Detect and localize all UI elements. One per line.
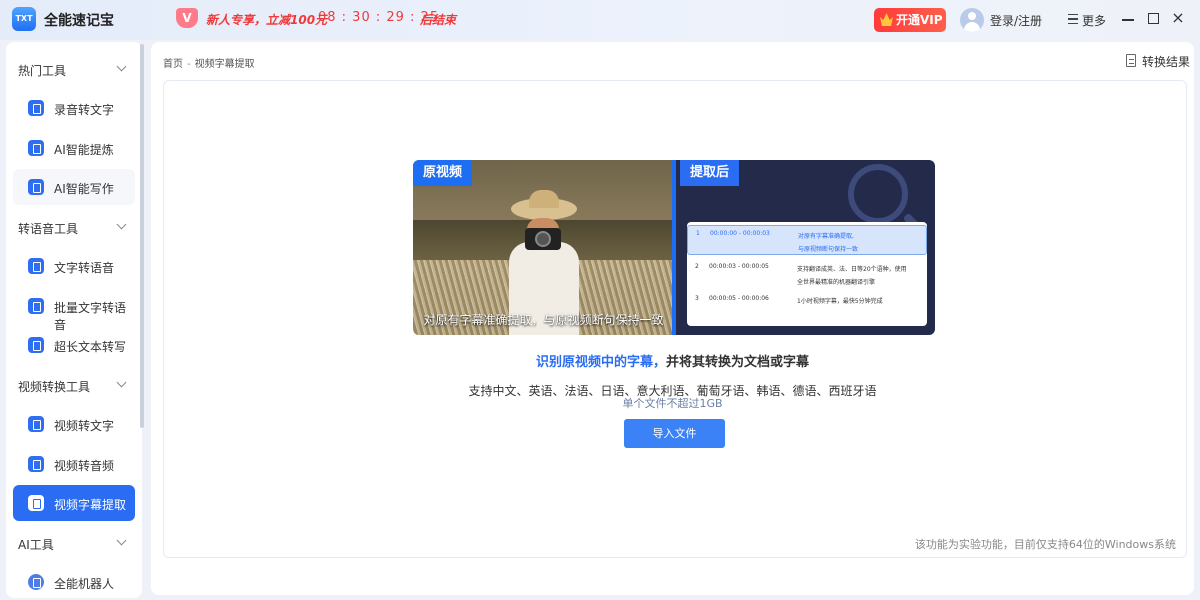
- sidebar-item-audio-to-text[interactable]: 录音转文字: [13, 90, 135, 126]
- subtitle-extract-icon: [28, 495, 44, 511]
- sidebar-item-video-to-audio[interactable]: 视频转音频: [13, 446, 135, 482]
- long-text-icon: [28, 337, 44, 353]
- file-size-limit: 单个文件不超过1GB: [622, 397, 723, 410]
- magnifier-icon: [848, 164, 908, 224]
- app-logo-icon: TXT: [12, 7, 36, 31]
- chevron-down-icon: [116, 219, 127, 230]
- chevron-down-icon: [116, 377, 127, 388]
- sidebar-item-ai-writing[interactable]: AI智能写作: [13, 169, 135, 205]
- app-name: 全能速记宝: [44, 13, 114, 29]
- avatar[interactable]: [960, 8, 984, 32]
- breadcrumb-separator: -: [187, 59, 191, 70]
- sidebar-scrollbar[interactable]: [140, 44, 144, 428]
- ai-writing-icon: [28, 179, 44, 195]
- document-icon: [1126, 54, 1136, 67]
- group-title: 热门工具: [18, 64, 67, 78]
- subtitle-row: 1 00:00:00 - 00:00:03 对原有字幕准确提取, 与原视频断句保持…: [687, 225, 927, 255]
- breadcrumb-current: 视频字幕提取: [194, 59, 255, 70]
- conversion-result-button[interactable]: 转换结果: [1126, 53, 1190, 70]
- robot-icon: [28, 574, 44, 590]
- vip-label: 开通VIP: [896, 13, 943, 27]
- sidebar-item-ai-extract[interactable]: AI智能提炼: [13, 130, 135, 166]
- subtitle-list: 1 00:00:00 - 00:00:03 对原有字幕准确提取, 与原视频断句保持…: [687, 222, 927, 326]
- sidebar-item-label: 超长文本转写: [54, 340, 127, 354]
- promo-end-label: 后结束: [420, 13, 457, 27]
- experimental-note: 该功能为实验功能，目前仅支持64位的Windows系统: [914, 538, 1176, 551]
- result-label: 转换结果: [1142, 55, 1191, 69]
- sidebar-item-label: 视频转文字: [54, 419, 115, 433]
- breadcrumb: 首页 - 视频字幕提取: [163, 55, 255, 70]
- preview-illustration: 对原有字幕准确提取，与原视频断句保持一致 原视频 提取后 1 00:00:00 …: [413, 160, 935, 335]
- camera-icon: [525, 228, 561, 250]
- sidebar-item-label: 文字转语音: [54, 261, 115, 275]
- audio-text-icon: [28, 100, 44, 116]
- promo-banner[interactable]: V 新人专享，立减100元 08 : 30 : 29 : 25 后结束: [170, 6, 460, 32]
- breadcrumb-home[interactable]: 首页: [163, 59, 183, 70]
- sidebar-item-label: 视频转音频: [54, 459, 115, 473]
- video-subtitle: 对原有字幕准确提取，与原视频断句保持一致: [423, 313, 664, 327]
- tag-extracted: 提取后: [680, 160, 740, 186]
- vip-button[interactable]: 开通VIP: [874, 8, 946, 32]
- main-content: 首页 - 视频字幕提取 转换结果 对原有字幕准确提取，与原视频断句保持一致 原视频 …: [151, 42, 1194, 595]
- sidebar-item-label: 视频字幕提取: [54, 498, 127, 512]
- video-audio-icon: [28, 456, 44, 472]
- login-link[interactable]: 登录/注册: [990, 12, 1042, 29]
- group-speech-tools[interactable]: 转语音工具: [6, 212, 142, 242]
- title-bar: TXT 全能速记宝 V 新人专享，立减100元 08 : 30 : 29 : 2…: [0, 0, 1200, 40]
- sidebar-item-label: 全能机器人: [54, 577, 115, 591]
- text-speech-icon: [28, 258, 44, 274]
- video-text-icon: [28, 416, 44, 432]
- subtitle-row: 3 00:00:05 - 00:00:06 1小时视频字幕，最快5分钟完成: [695, 295, 883, 305]
- sidebar-item-subtitle-extract[interactable]: 视频字幕提取: [13, 485, 135, 521]
- sidebar-item-long-text[interactable]: 超长文本转写: [13, 327, 135, 363]
- sidebar-item-video-to-text[interactable]: 视频转文字: [13, 406, 135, 442]
- original-video-image: 对原有字幕准确提取，与原视频断句保持一致: [413, 160, 674, 335]
- feature-headline: 识别原视频中的字幕，并将其转换为文档或字幕: [535, 355, 810, 370]
- sidebar: 热门工具 录音转文字 AI智能提炼 AI智能写作 转语音工具 文字转语音 批量文…: [6, 42, 142, 598]
- sidebar-item-batch-text-to-speech[interactable]: 批量文字转语音: [13, 288, 135, 332]
- tag-original: 原视频: [413, 160, 473, 186]
- sidebar-item-label: 录音转文字: [54, 103, 115, 117]
- subtitle-row: 2 00:00:03 - 00:00:05 支持翻译成英、法、日等20个语种，使…: [695, 263, 907, 286]
- more-button[interactable]: 更多: [1082, 12, 1106, 29]
- sidebar-item-label: AI智能写作: [54, 182, 114, 196]
- minimize-button[interactable]: [1122, 19, 1134, 21]
- sidebar-item-label: AI智能提炼: [54, 143, 114, 157]
- group-hot-tools[interactable]: 热门工具: [6, 54, 142, 84]
- chevron-down-icon: [116, 61, 127, 72]
- group-title: AI工具: [18, 538, 54, 552]
- promo-badge-icon: V: [176, 8, 198, 28]
- sidebar-item-robot[interactable]: 全能机器人: [13, 564, 135, 598]
- group-title: 转语音工具: [18, 222, 79, 236]
- chevron-down-icon: [116, 535, 127, 546]
- group-title: 视频转换工具: [18, 380, 91, 394]
- crown-icon: [880, 13, 893, 26]
- ai-extract-icon: [28, 140, 44, 156]
- close-button[interactable]: ×: [1170, 10, 1186, 26]
- import-file-button[interactable]: 导入文件: [624, 419, 725, 448]
- group-video-tools[interactable]: 视频转换工具: [6, 370, 142, 400]
- group-ai-tools[interactable]: AI工具: [6, 528, 142, 558]
- batch-speech-icon: [28, 298, 44, 314]
- maximize-button[interactable]: [1148, 13, 1159, 24]
- menu-icon[interactable]: [1068, 14, 1078, 24]
- sidebar-item-text-to-speech[interactable]: 文字转语音: [13, 248, 135, 284]
- promo-text: 新人专享，立减100元: [206, 13, 328, 27]
